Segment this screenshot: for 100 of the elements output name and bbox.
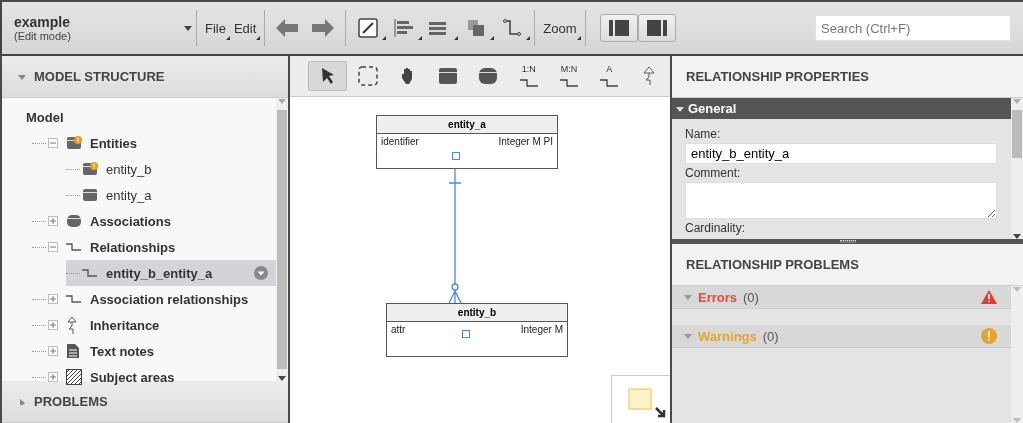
tree-item-label[interactable]: Relationships (90, 239, 176, 255)
tree-row[interactable]: Text notes (32, 338, 276, 364)
attribute-type: Integer M PI (498, 136, 553, 147)
problem-group-label: Errors (698, 289, 738, 305)
diagram-canvas[interactable]: entity_a identifier Integer M PI entity_b attr Integer M (290, 97, 670, 423)
pointer-icon (319, 67, 336, 85)
expand-icon[interactable] (48, 320, 58, 330)
tool-button[interactable]: M:N (549, 61, 589, 91)
project-title: example (14, 14, 72, 30)
panel-header[interactable]: MODEL STRUCTURE (2, 56, 288, 98)
tree-row[interactable]: Association relationships (32, 286, 276, 312)
hatched-area-icon (66, 369, 82, 385)
menu-button[interactable]: Edit (229, 10, 261, 46)
tree-row[interactable]: Inheritance (32, 312, 276, 338)
note-icon (66, 343, 80, 359)
tree-item-label[interactable]: Entities (90, 135, 137, 151)
problem-count: (0) (743, 289, 759, 305)
zoom-menu-button[interactable]: Zoom (539, 10, 581, 46)
tree-item-label[interactable]: entity_b_entity_a (106, 265, 213, 281)
relationship-icon (558, 78, 579, 88)
scroll-down-icon (1013, 417, 1021, 423)
tool-label: 1:N (520, 64, 537, 74)
tree-item-label[interactable]: Association relationships (90, 291, 249, 307)
attribute-type: Integer M (520, 324, 563, 335)
align-left-icon (394, 19, 415, 37)
panel-title: RELATIONSHIP PROBLEMS (686, 257, 859, 272)
tree-item-label[interactable]: Text notes (90, 343, 155, 359)
tree-item-label[interactable]: Associations (90, 213, 171, 229)
minimap[interactable] (611, 375, 670, 423)
mode-label: (Edit mode) (14, 30, 72, 42)
tool-button[interactable] (308, 61, 348, 91)
expand-icon[interactable] (48, 372, 58, 382)
tree-item-label[interactable]: entity_b (106, 161, 152, 177)
splitter-handle[interactable] (839, 240, 856, 243)
section-title: General (688, 101, 737, 116)
name-field[interactable]: entity_b_entity_a (685, 143, 997, 164)
warning-triangle-icon (981, 290, 997, 304)
collapse-icon[interactable] (48, 138, 58, 148)
scrollbar[interactable] (1011, 286, 1023, 423)
panel-title: PROBLEMS (34, 394, 108, 409)
anchor-handle[interactable] (462, 330, 470, 338)
caret-icon (18, 73, 26, 80)
tool-button[interactable]: 1:N (509, 61, 549, 91)
right-panel-toggle[interactable] (637, 14, 676, 42)
menu-button[interactable]: File (201, 10, 230, 46)
scrollbar[interactable] (1011, 98, 1023, 239)
left-panel-icon (608, 20, 629, 36)
relationship-icon (66, 242, 82, 252)
entity-name: entity_a (448, 119, 486, 130)
tree-item-label[interactable]: entity_a (106, 187, 152, 203)
tool-label: A (605, 64, 614, 74)
project-dropdown-icon (184, 25, 192, 31)
tree-row[interactable]: Relationships (32, 234, 276, 260)
right-panel-icon (646, 20, 667, 36)
tool-button[interactable]: A (589, 61, 629, 91)
left-panel-toggle[interactable] (599, 14, 638, 42)
caret-icon (676, 105, 684, 112)
tree-item-label[interactable]: Inheritance (90, 317, 160, 333)
entity-icon (438, 67, 459, 85)
tool-label: M:N (559, 64, 579, 74)
minimap-viewport-icon (628, 388, 668, 418)
inheritance-icon (643, 66, 656, 86)
relationship-icon (82, 268, 98, 278)
tree-row[interactable]: Associations (32, 208, 276, 234)
caret-icon (18, 398, 26, 405)
section-header[interactable]: General (672, 98, 1011, 119)
left-arrow-icon (276, 19, 299, 37)
anchor-handle[interactable] (452, 152, 460, 160)
expand-icon[interactable] (48, 294, 58, 304)
dropdown-icon[interactable] (254, 266, 268, 280)
problem-group-label: Warnings (698, 328, 757, 344)
entity-box[interactable]: entity_a identifier Integer M PI (376, 115, 558, 169)
right-arrow-icon (312, 19, 335, 37)
tree-root-label[interactable]: Model (26, 109, 64, 125)
search-field[interactable]: Search (Ctrl+F) (815, 15, 1011, 41)
field-label: Comment: (685, 166, 742, 180)
caret-icon (684, 333, 692, 339)
scrollbar[interactable] (276, 98, 288, 381)
collapse-icon[interactable] (48, 242, 58, 252)
problem-group-header[interactable]: Errors (0) (672, 286, 1011, 309)
entity-box[interactable]: entity_b attr Integer M (386, 303, 568, 357)
attribute-name: attr (391, 324, 406, 335)
association-icon (66, 214, 82, 228)
comment-field[interactable] (685, 182, 997, 219)
tree-row[interactable]: Entities (32, 130, 276, 156)
expand-icon[interactable] (48, 346, 58, 356)
tree-row[interactable]: entity_b (66, 156, 276, 182)
tree-row[interactable]: entity_a (66, 182, 276, 208)
panel-title: MODEL STRUCTURE (34, 69, 165, 84)
relationship-icon (599, 78, 620, 88)
problem-count: (0) (762, 328, 779, 344)
problem-group-header[interactable]: Warnings (0) (672, 325, 1011, 348)
entity-name: entity_b (457, 307, 497, 318)
marquee-icon (357, 66, 378, 86)
expand-icon[interactable] (48, 216, 58, 226)
attribute-name: identifier (381, 136, 419, 147)
caret-icon (684, 294, 692, 300)
tree-row[interactable]: entity_b_entity_a (66, 260, 276, 286)
inheritance-icon (66, 316, 78, 334)
exclamation-circle-icon (981, 328, 997, 344)
